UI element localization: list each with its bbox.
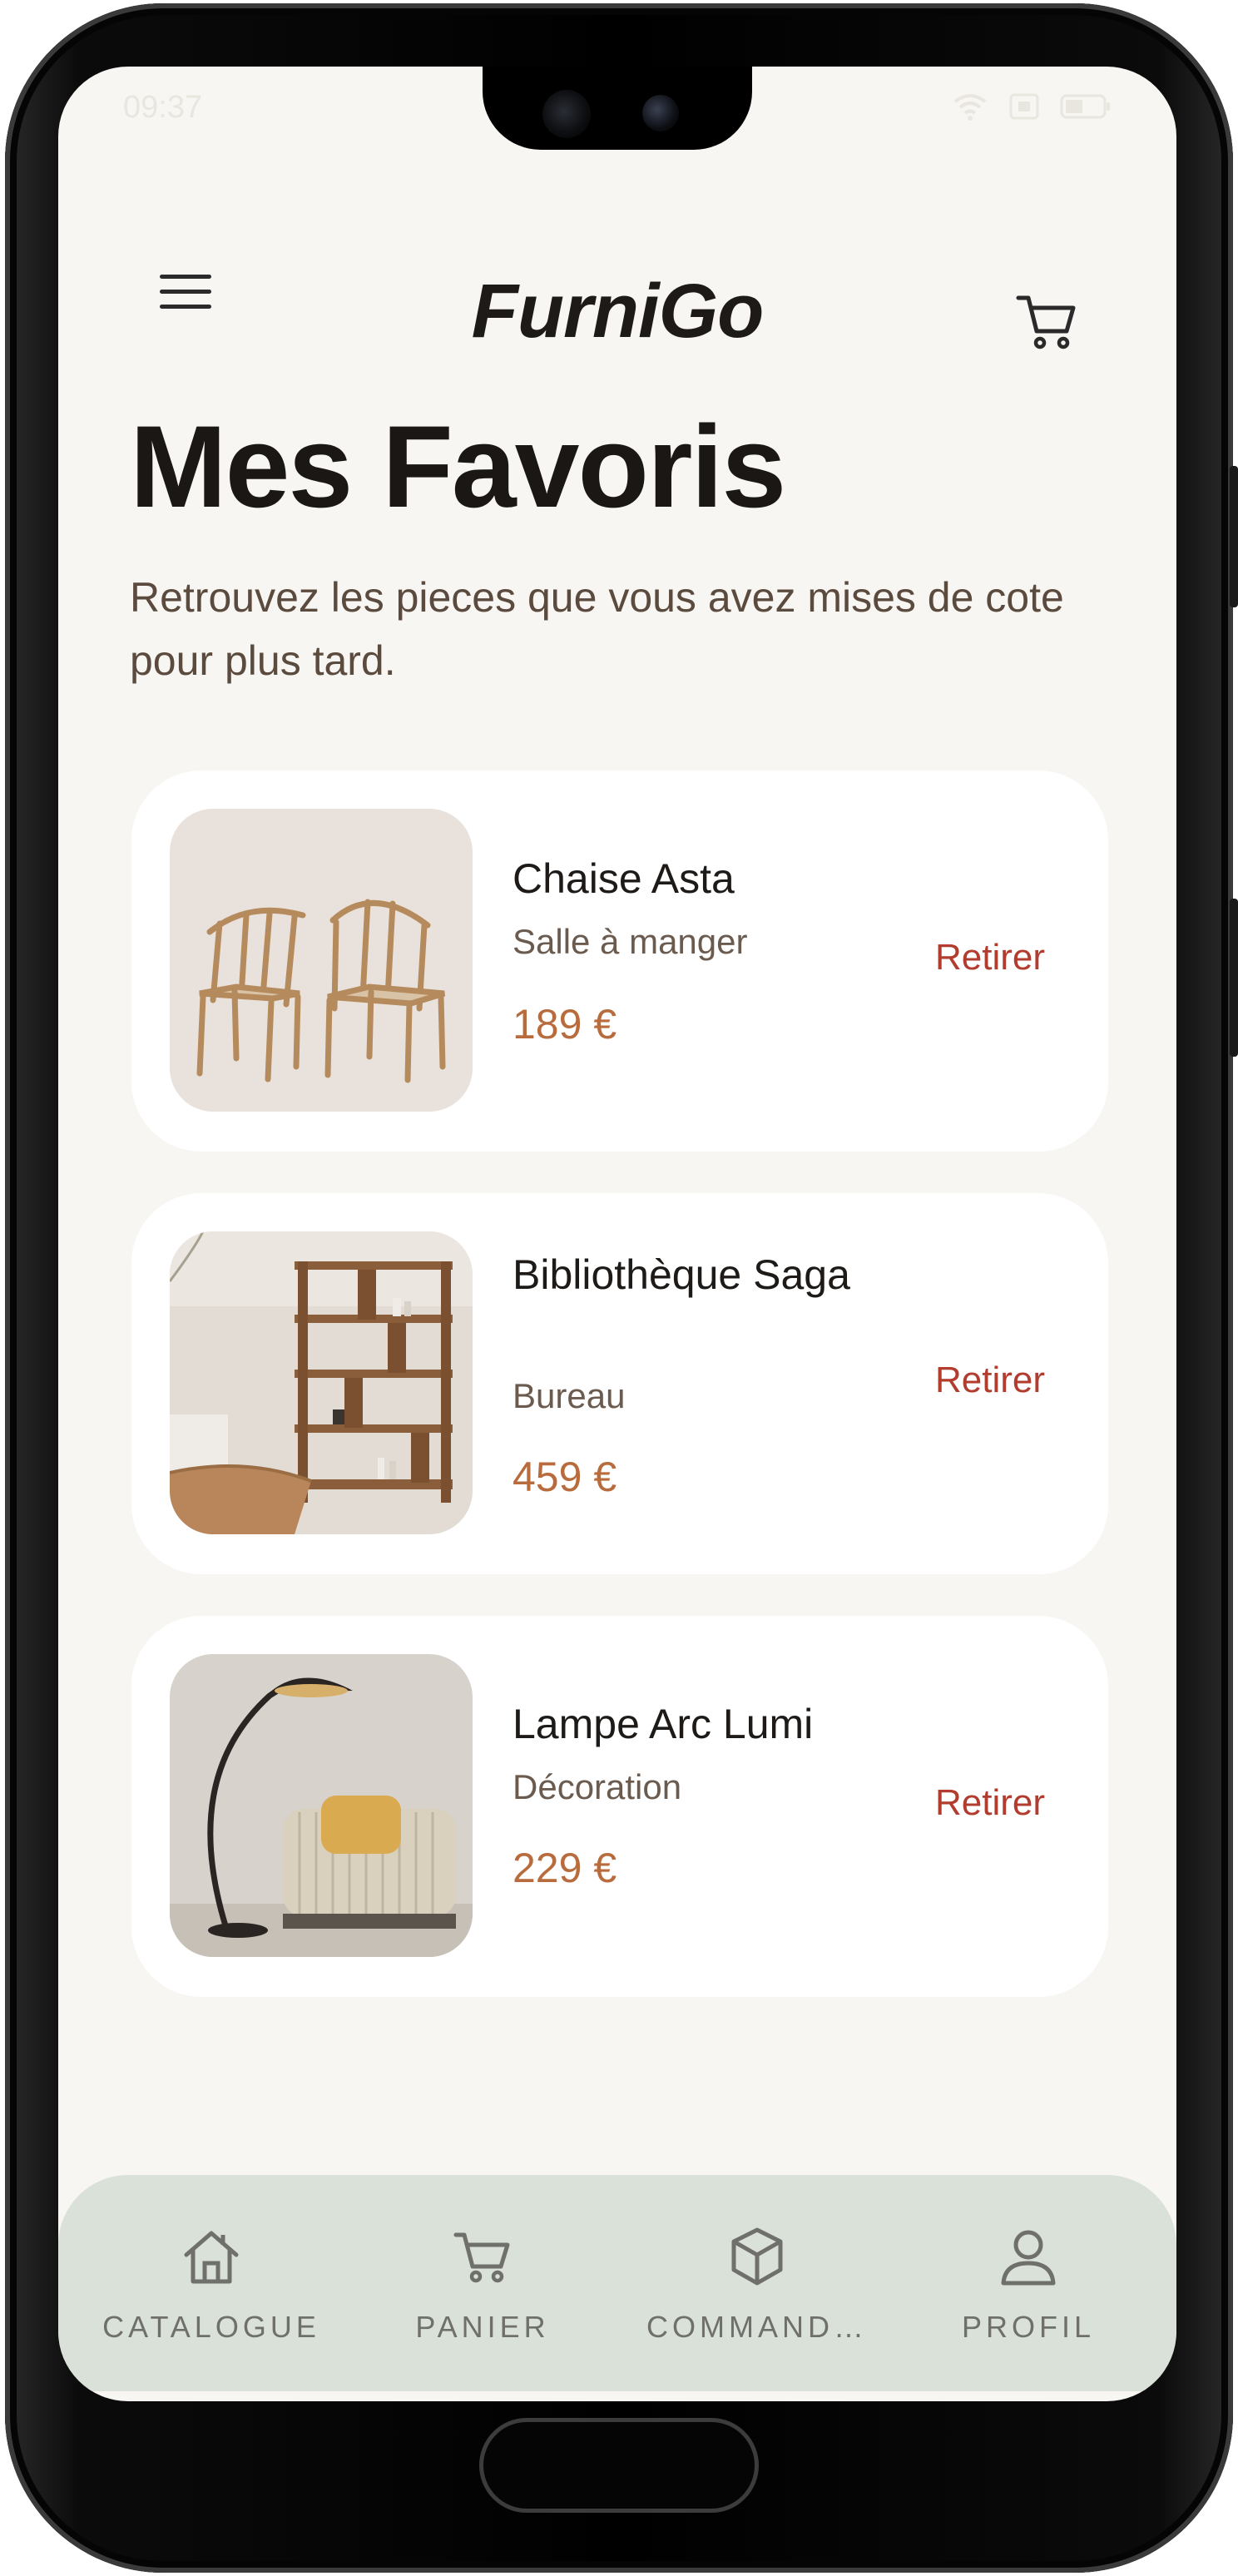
home-icon <box>184 2231 239 2284</box>
product-category: Salle à manger <box>513 922 748 961</box>
app-screen: 09:37 FurniGo Mes Favoris Retrouvez les … <box>58 67 1176 2401</box>
nav-item-profil[interactable]: PROFIL <box>904 2223 1153 2345</box>
cart-icon <box>1016 295 1076 349</box>
product-image-lamp <box>170 1654 473 1957</box>
product-name: Bibliothèque Saga <box>513 1251 850 1298</box>
nav-item-catalogue[interactable]: CATALOGUE <box>87 2223 336 2345</box>
product-price: 229 € <box>513 1845 617 1891</box>
product-name: Lampe Arc Lumi <box>513 1701 814 1747</box>
favorite-card[interactable]: Bibliothèque Saga Bureau 459 € Retirer <box>131 1193 1108 1574</box>
remove-button[interactable]: Retirer <box>935 1782 1045 1824</box>
status-icons <box>952 92 1112 121</box>
wifi-icon <box>953 94 987 121</box>
volume-button <box>1230 466 1238 607</box>
nav-label: PANIER <box>415 2310 550 2344</box>
product-price: 459 € <box>513 1454 617 1500</box>
camera-notch <box>483 67 752 150</box>
product-image-bookcase <box>170 1231 473 1534</box>
nav-item-panier[interactable]: PANIER <box>358 2223 607 2345</box>
favorite-card[interactable]: Lampe Arc Lumi Décoration 229 € Retirer <box>131 1616 1108 1997</box>
status-time: 09:37 <box>123 90 203 125</box>
user-icon <box>1001 2230 1056 2286</box>
box-icon <box>731 2227 783 2286</box>
product-price: 189 € <box>513 1001 617 1048</box>
product-category: Décoration <box>513 1767 682 1806</box>
remove-button[interactable]: Retirer <box>935 1360 1045 1401</box>
page-subtitle: Retrouvez les pieces que vous avez mises… <box>130 574 1064 684</box>
remove-button[interactable]: Retirer <box>935 937 1045 978</box>
nav-label: CATALOGUE <box>102 2310 320 2344</box>
front-camera <box>642 95 679 131</box>
nav-label: PROFIL <box>961 2310 1096 2344</box>
bottom-navigation: CATALOGUE PANIER COMMAND… PROFIL <box>58 2175 1176 2391</box>
cart-icon <box>453 2232 510 2283</box>
battery-icon <box>1060 94 1110 119</box>
home-button[interactable] <box>479 2418 759 2513</box>
product-category: Bureau <box>513 1376 626 1415</box>
cart-button[interactable] <box>1013 288 1080 354</box>
sim-icon <box>1009 93 1039 120</box>
favorite-card[interactable]: Chaise Asta Salle à manger 189 € Retirer <box>131 770 1108 1152</box>
nav-item-commandes[interactable]: COMMAND… <box>632 2223 882 2345</box>
nav-label: COMMAND… <box>646 2310 868 2344</box>
product-image-chair <box>170 809 473 1112</box>
app-header: FurniGo <box>58 216 1176 354</box>
sensor <box>542 90 591 138</box>
page-title: Mes Favoris <box>130 401 786 532</box>
app-logo: FurniGo <box>471 269 765 354</box>
power-button <box>1230 899 1238 1057</box>
product-name: Chaise Asta <box>513 855 735 902</box>
